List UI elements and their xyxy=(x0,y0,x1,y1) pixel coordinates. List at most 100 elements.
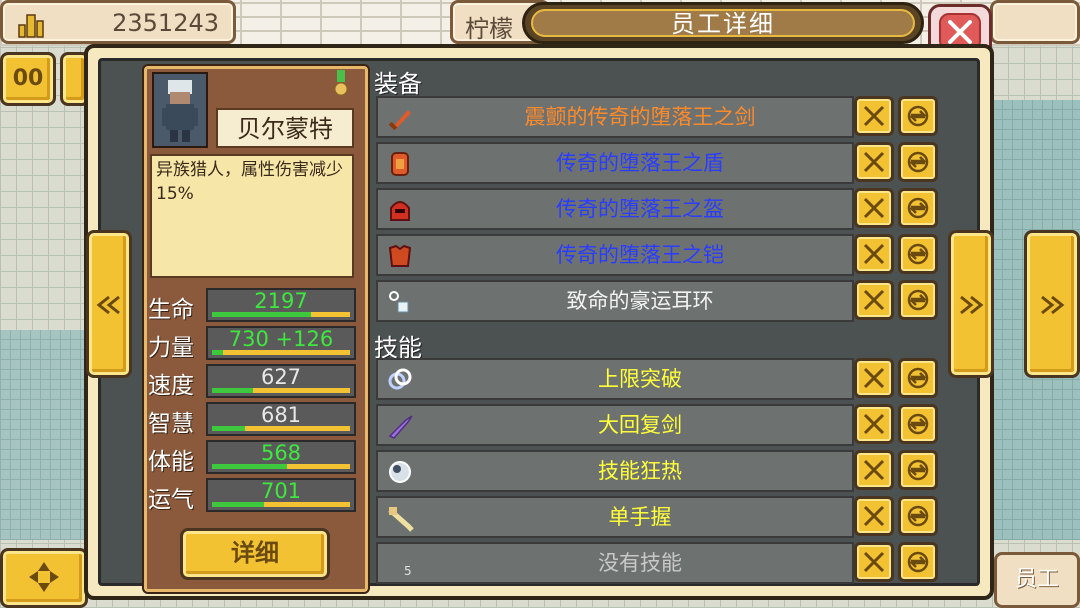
shield-icon xyxy=(391,152,409,176)
equipment-heading: 装备 xyxy=(374,70,422,98)
stat-bar: 2197 xyxy=(206,288,356,322)
cross-icon xyxy=(863,243,885,265)
stat-label: 智慧 xyxy=(148,411,194,437)
cross-icon xyxy=(863,197,885,219)
unequip-button[interactable] xyxy=(854,280,894,320)
swap-icon xyxy=(907,459,929,481)
swap-icon xyxy=(907,367,929,389)
swap-button[interactable] xyxy=(898,96,938,136)
swap-icon xyxy=(907,243,929,265)
unequip-button[interactable] xyxy=(854,496,894,536)
top-right-bar xyxy=(990,0,1080,44)
skill-row[interactable]: 上限突破 xyxy=(376,358,854,400)
orb-icon xyxy=(389,461,411,483)
prev-employee-button[interactable] xyxy=(86,230,132,378)
equipment-row[interactable]: 致命的豪运耳环 xyxy=(376,280,854,322)
equipment-row[interactable]: 震颤的传奇的堕落王之剑 xyxy=(376,96,854,138)
swap-button[interactable] xyxy=(898,142,938,182)
skill-name: 单手握 xyxy=(608,505,672,529)
stat-value: 681 xyxy=(260,403,302,427)
money-amount: 2351243 xyxy=(112,9,219,37)
cross-icon xyxy=(863,551,885,573)
unequip-button[interactable] xyxy=(854,542,894,582)
stat-value: 701 xyxy=(260,479,302,503)
cross-icon xyxy=(863,413,885,435)
skill-name: 没有技能 xyxy=(598,551,682,575)
stat-track xyxy=(212,426,350,431)
equipment-name: 传奇的堕落王之盔 xyxy=(556,197,724,221)
stat-fill xyxy=(212,464,287,469)
link-icon xyxy=(388,368,412,390)
background-floor-left xyxy=(0,330,90,540)
stat-fill xyxy=(212,312,312,317)
skill-row[interactable]: 单手握 xyxy=(376,496,854,538)
swap-icon xyxy=(907,413,929,435)
equipment-name: 传奇的堕落王之铠 xyxy=(556,243,724,267)
cross-icon xyxy=(863,505,885,527)
stat-track xyxy=(212,350,350,355)
equipment-name: 传奇的堕落王之盾 xyxy=(556,151,724,175)
pause-button[interactable]: 00 xyxy=(0,52,56,106)
skill-name: 大回复剑 xyxy=(598,413,682,437)
lemon-label: 柠檬 xyxy=(465,15,513,43)
sword-icon xyxy=(388,110,411,131)
unequip-button[interactable] xyxy=(854,358,894,398)
cross-icon xyxy=(863,105,885,127)
unequip-button[interactable] xyxy=(854,142,894,182)
swap-button[interactable] xyxy=(898,404,938,444)
stat-label: 体能 xyxy=(148,449,194,475)
swap-icon xyxy=(907,505,929,527)
swap-button[interactable] xyxy=(898,234,938,274)
equipment-row[interactable]: 传奇的堕落王之盾 xyxy=(376,142,854,184)
swap-icon xyxy=(907,105,929,127)
unequip-button[interactable] xyxy=(854,450,894,490)
unequip-button[interactable] xyxy=(854,234,894,274)
money-bar: 2351243 xyxy=(0,0,236,44)
stat-fill xyxy=(212,426,246,431)
dpad-button[interactable] xyxy=(0,548,88,608)
stat-value: 730 +126 xyxy=(228,327,334,351)
stat-label: 速度 xyxy=(148,373,194,399)
swap-button[interactable] xyxy=(898,450,938,490)
unequip-button[interactable] xyxy=(854,96,894,136)
buildings-icon xyxy=(18,14,44,38)
purple-sword-icon xyxy=(388,415,413,439)
skill-name: 技能狂热 xyxy=(598,459,682,483)
swap-button[interactable] xyxy=(898,280,938,320)
dpad-icon xyxy=(29,562,59,592)
stat-fill xyxy=(212,502,265,507)
stat-track xyxy=(212,312,350,317)
skill-row[interactable]: 技能狂热 xyxy=(376,450,854,492)
stat-value: 568 xyxy=(260,441,302,465)
swap-button[interactable] xyxy=(898,496,938,536)
double-right-arrow-icon xyxy=(1041,295,1065,315)
unequip-button[interactable] xyxy=(854,404,894,444)
unequip-button[interactable] xyxy=(854,188,894,228)
helmet-icon xyxy=(390,201,410,221)
stat-value: 2197 xyxy=(254,289,308,313)
cross-icon xyxy=(863,459,885,481)
swap-button[interactable] xyxy=(898,188,938,228)
character-name[interactable]: 贝尔蒙特 xyxy=(216,108,354,148)
skill-name: 上限突破 xyxy=(598,367,682,391)
stat-bar: 730 +126 xyxy=(206,326,356,360)
swap-button[interactable] xyxy=(898,358,938,398)
earring-icon xyxy=(389,291,409,313)
hand-sword-icon xyxy=(388,507,414,532)
stat-fill xyxy=(212,350,224,355)
staff-tab[interactable]: 员工 xyxy=(994,552,1080,608)
next-employee-button[interactable] xyxy=(948,230,994,378)
skill-row[interactable]: 5 没有技能 xyxy=(376,542,854,584)
swap-icon xyxy=(907,197,929,219)
equipment-row[interactable]: 传奇的堕落王之盔 xyxy=(376,188,854,230)
skill-row[interactable]: 大回复剑 xyxy=(376,404,854,446)
character-description: 异族猎人，属性伤害减少15% xyxy=(150,154,354,278)
detail-button[interactable]: 详细 xyxy=(180,528,330,580)
stat-bar: 627 xyxy=(206,364,356,398)
equipment-name: 震颤的传奇的堕落王之剑 xyxy=(524,105,756,129)
armor-icon xyxy=(388,244,412,267)
scroll-right-button[interactable] xyxy=(1024,230,1080,378)
equipment-row[interactable]: 传奇的堕落王之铠 xyxy=(376,234,854,276)
stat-label: 生命 xyxy=(148,297,194,323)
swap-button[interactable] xyxy=(898,542,938,582)
